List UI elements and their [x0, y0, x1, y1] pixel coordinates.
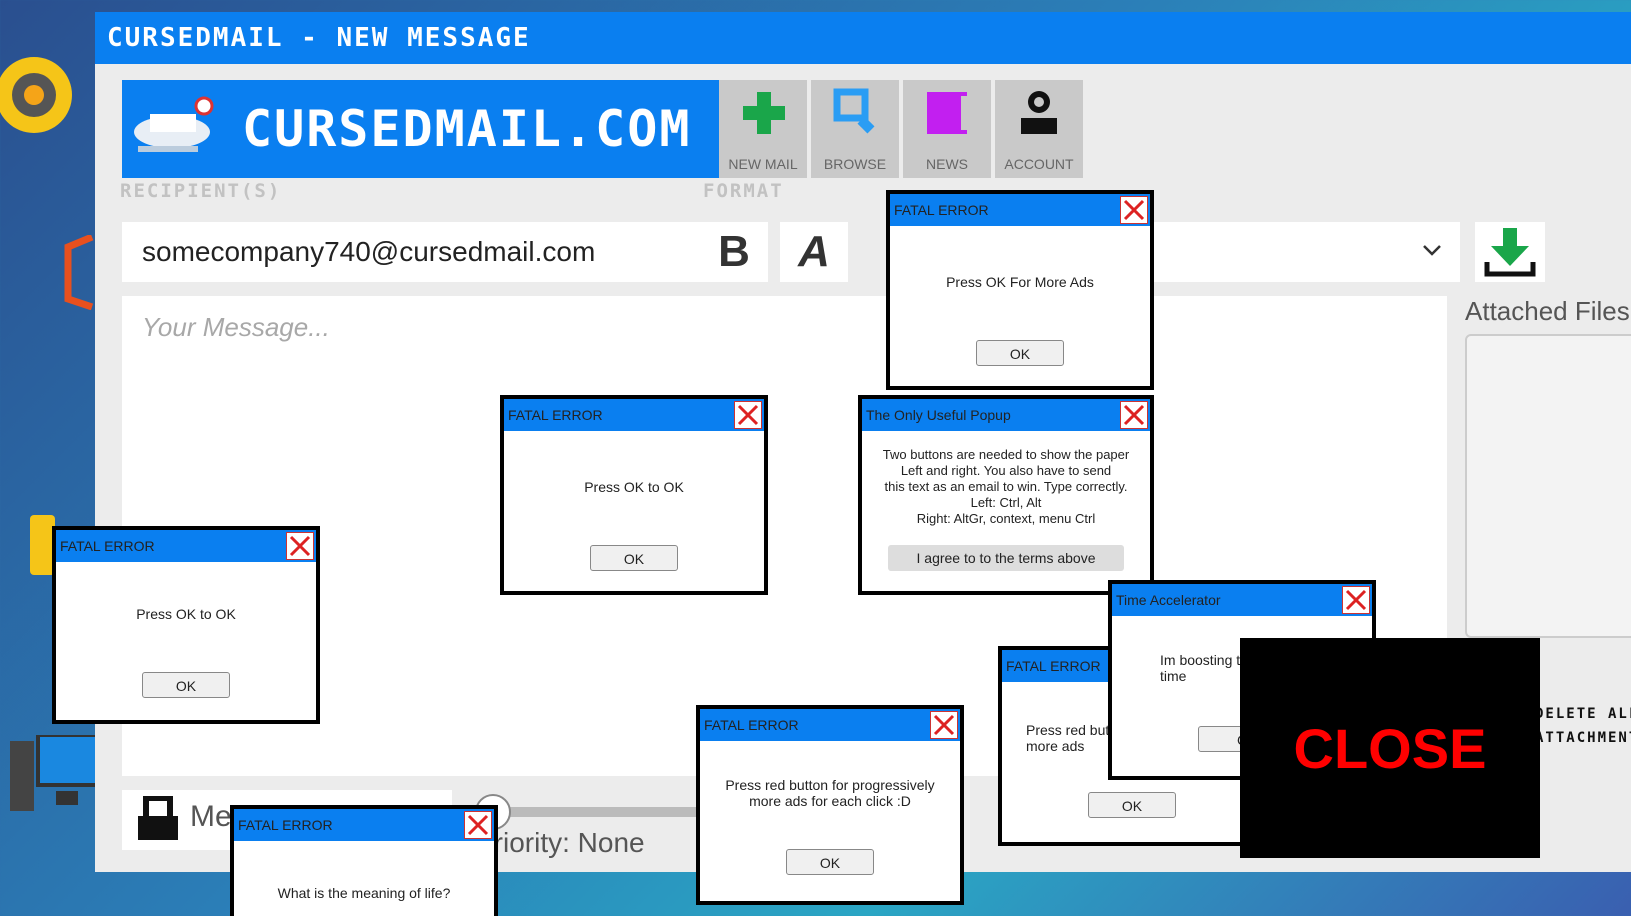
news-label: NEWS: [926, 156, 968, 172]
recipient-input[interactable]: [122, 222, 717, 282]
window-title: CURSEDMAIL - NEW MESSAGE: [107, 23, 531, 53]
popup-message: Press OK to OK: [136, 606, 236, 622]
popup-fatal-error-meaning: FATAL ERROR What is the meaning of life?: [230, 805, 498, 916]
format-dropdown[interactable]: [1145, 222, 1460, 282]
brand-banner: CURSEDMAIL.COM: [122, 80, 737, 178]
popup-title: FATAL ERROR: [234, 809, 494, 841]
bottom-label: Me: [190, 800, 232, 833]
italic-button[interactable]: A: [780, 222, 848, 282]
popup-close-button[interactable]: [286, 532, 314, 560]
attached-files-label: Attached Files: [1465, 296, 1630, 326]
title-bar[interactable]: CURSEDMAIL - NEW MESSAGE: [95, 12, 1631, 64]
attached-files-list[interactable]: [1465, 334, 1631, 638]
message-placeholder: Your Message...: [142, 312, 330, 342]
popup-title: The Only Useful Popup: [862, 399, 1150, 431]
office-icon[interactable]: [60, 233, 95, 311]
close-x-icon: [467, 814, 489, 836]
new-mail-button[interactable]: NEW MAIL: [719, 80, 807, 178]
popup-close-button[interactable]: [734, 401, 762, 429]
recipients-label: RECIPIENT(S): [120, 180, 282, 202]
popup-close-button[interactable]: [1342, 586, 1370, 614]
popup-title: Time Accelerator: [1112, 584, 1372, 616]
priority-label: Priority: None: [475, 827, 645, 858]
popup-close-button[interactable]: [930, 711, 958, 739]
download-icon: [1484, 228, 1536, 277]
popup-message: What is the meaning of life?: [277, 885, 451, 901]
popup-fatal-error-left: FATAL ERROR Press OK to OK OK: [52, 526, 320, 724]
close-x-icon: [289, 535, 311, 557]
popup-close-button[interactable]: [1120, 196, 1148, 224]
brand-name: CURSEDMAIL.COM: [242, 100, 692, 158]
magnifier-icon: [833, 88, 875, 134]
close-x-icon: [1123, 199, 1145, 221]
account-label: ACCOUNT: [1004, 156, 1074, 172]
popup-message: Press red button for progressively more …: [725, 777, 935, 809]
popup-close-button[interactable]: [1120, 401, 1148, 429]
airship-logo-icon: [134, 96, 214, 152]
news-icon: [927, 92, 969, 134]
browse-button[interactable]: BROWSE: [811, 80, 899, 178]
computer-icon[interactable]: [8, 733, 100, 815]
popup-ok-button[interactable]: OK: [1088, 792, 1176, 818]
popup-title: FATAL ERROR: [504, 399, 764, 431]
news-button[interactable]: NEWS: [903, 80, 991, 178]
close-overlay-button[interactable]: CLOSE: [1240, 638, 1540, 858]
lock-icon: [138, 796, 178, 840]
close-x-icon: [933, 714, 955, 736]
popup-fatal-error-ok: FATAL ERROR Press OK to OK OK: [500, 395, 768, 595]
close-x-icon: [737, 404, 759, 426]
new-mail-label: NEW MAIL: [728, 156, 798, 172]
popup-useful: The Only Useful Popup Two buttons are ne…: [858, 395, 1154, 595]
settings-gear-icon[interactable]: [0, 55, 76, 135]
popup-fatal-error-ads: FATAL ERROR Press OK For More Ads OK: [886, 190, 1154, 390]
popup-ok-button[interactable]: OK: [590, 545, 678, 571]
format-label: FORMAT: [703, 180, 784, 202]
agree-button[interactable]: I agree to to the terms above: [888, 545, 1124, 571]
bold-button[interactable]: B: [700, 222, 768, 282]
account-button[interactable]: ACCOUNT: [995, 80, 1083, 178]
popup-title: FATAL ERROR: [890, 194, 1150, 226]
popup-ok-button[interactable]: OK: [786, 849, 874, 875]
plus-icon: [743, 92, 785, 134]
download-button[interactable]: [1475, 222, 1545, 282]
popup-message: Press OK For More Ads: [946, 274, 1094, 290]
popup-close-button[interactable]: [464, 811, 492, 839]
close-x-icon: [1345, 589, 1367, 611]
popup-message: Two buttons are needed to show the paper…: [882, 447, 1130, 526]
chevron-down-icon: [1423, 245, 1441, 256]
popup-fatal-error-progressive: FATAL ERROR Press red button for progres…: [696, 705, 964, 905]
popup-ok-button[interactable]: OK: [142, 672, 230, 698]
popup-title: FATAL ERROR: [56, 530, 316, 562]
popup-ok-button[interactable]: OK: [976, 340, 1064, 366]
close-x-icon: [1123, 404, 1145, 426]
user-icon: [1021, 91, 1057, 134]
popup-title: FATAL ERROR: [700, 709, 960, 741]
delete-all-attachments-button[interactable]: DELETE ALL ATTACHMENTS: [1535, 702, 1631, 750]
browse-label: BROWSE: [823, 156, 887, 172]
popup-message: Press OK to OK: [584, 479, 684, 495]
